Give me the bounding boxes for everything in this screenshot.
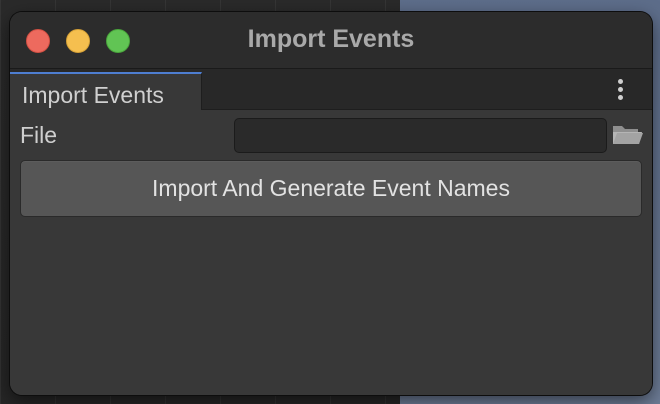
tab-import-events[interactable]: Import Events — [10, 72, 202, 110]
file-path-field[interactable] — [234, 118, 607, 153]
window-content: File Import And Generate Event Names — [10, 110, 652, 395]
tab-label: Import Events — [22, 82, 164, 108]
tab-strip: Import Events — [10, 69, 652, 110]
folder-icon[interactable] — [612, 122, 644, 146]
title-bar[interactable]: Import Events — [10, 12, 652, 69]
import-events-window: Import Events Import Events File Import … — [10, 12, 652, 395]
window-title: Import Events — [247, 25, 415, 53]
kebab-menu-icon[interactable] — [612, 78, 628, 102]
import-and-generate-button[interactable]: Import And Generate Event Names — [20, 160, 642, 217]
file-label: File — [20, 122, 58, 148]
